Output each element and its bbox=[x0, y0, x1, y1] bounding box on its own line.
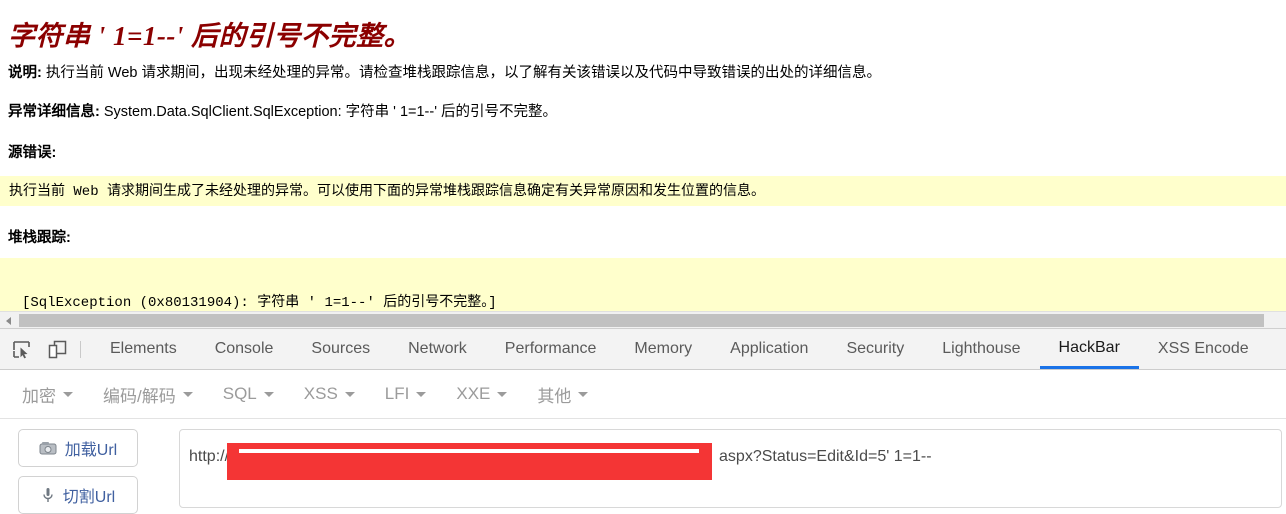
hackbar-menu-encode-decode[interactable]: 编码/解码 bbox=[103, 382, 193, 407]
hackbar-menu-other[interactable]: 其他 bbox=[537, 382, 589, 407]
hackbar-menu-encrypt-label: 加密 bbox=[22, 386, 56, 406]
load-url-icon bbox=[39, 441, 57, 455]
hackbar-body: 加载Url 切割Url http:// aspx?Status=Edit&Id=5… bbox=[0, 419, 1286, 514]
tab-hackbar[interactable]: HackBar bbox=[1039, 329, 1139, 369]
scroll-left-arrow-icon[interactable] bbox=[0, 312, 17, 329]
stack-trace-block: [SqlException (0x80131904): 字符串 ' 1=1--'… bbox=[0, 258, 1286, 312]
url-prefix: http:// bbox=[189, 448, 230, 465]
devtools-tabbar: Elements Console Sources Network Perform… bbox=[0, 329, 1286, 370]
error-description-text: 执行当前 Web 请求期间，出现未经处理的异常。请检查堆栈跟踪信息，以了解有关该… bbox=[41, 65, 881, 81]
tab-security[interactable]: Security bbox=[827, 329, 923, 369]
error-description: 说明: 执行当前 Web 请求期间，出现未经处理的异常。请检查堆栈跟踪信息，以了… bbox=[0, 64, 889, 83]
load-url-button-label: 加载Url bbox=[64, 442, 118, 459]
tab-lighthouse[interactable]: Lighthouse bbox=[923, 329, 1039, 369]
url-redaction-overlay bbox=[227, 443, 712, 480]
chevron-down-icon bbox=[578, 391, 589, 397]
stack-trace-heading: 堆栈跟踪: bbox=[8, 230, 71, 246]
tab-sources[interactable]: Sources bbox=[292, 329, 389, 369]
horizontal-scrollbar[interactable] bbox=[0, 311, 1286, 329]
tab-elements[interactable]: Elements bbox=[91, 329, 196, 369]
tab-xss-encode[interactable]: XSS Encode bbox=[1139, 329, 1268, 369]
source-error-heading: 源错误: bbox=[8, 145, 57, 161]
url-suffix: aspx?Status=Edit&Id=5' 1=1-- bbox=[719, 448, 932, 465]
chevron-down-icon bbox=[263, 391, 274, 397]
hackbar-menu-xss[interactable]: XSS bbox=[304, 384, 355, 404]
device-toolbar-icon[interactable] bbox=[42, 334, 72, 364]
chevron-down-icon bbox=[497, 391, 508, 397]
source-error-block: 执行当前 Web 请求期间生成了未经处理的异常。可以使用下面的异常堆栈跟踪信息确… bbox=[0, 176, 1286, 206]
tab-performance[interactable]: Performance bbox=[486, 329, 616, 369]
load-url-button[interactable]: 加载Url bbox=[18, 429, 138, 467]
hackbar-menu-encrypt[interactable]: 加密 bbox=[22, 382, 73, 407]
split-url-button[interactable]: 切割Url bbox=[18, 476, 138, 514]
chevron-down-icon bbox=[416, 391, 427, 397]
hackbar-menu-sql[interactable]: SQL bbox=[223, 384, 274, 404]
hackbar-menu-other-label: 其他 bbox=[537, 386, 572, 406]
hackbar-menu-lfi-label: LFI bbox=[384, 384, 410, 403]
url-input[interactable]: http:// aspx?Status=Edit&Id=5' 1=1-- bbox=[179, 429, 1282, 508]
hackbar-menu-lfi[interactable]: LFI bbox=[385, 384, 427, 404]
hackbar-menu-xxe[interactable]: XXE bbox=[456, 384, 508, 404]
error-exception-text: System.Data.SqlClient.SqlException: 字符串 … bbox=[99, 104, 558, 120]
url-redaction-line bbox=[239, 449, 699, 453]
hackbar-menu-encode-decode-label: 编码/解码 bbox=[103, 386, 176, 406]
split-url-button-label: 切割Url bbox=[62, 489, 116, 506]
tab-application[interactable]: Application bbox=[711, 329, 827, 369]
chevron-down-icon bbox=[63, 391, 73, 397]
tab-network[interactable]: Network bbox=[389, 329, 486, 369]
hackbar-menu-xxe-label: XXE bbox=[456, 384, 491, 403]
chevron-down-icon bbox=[182, 391, 193, 397]
tab-memory[interactable]: Memory bbox=[615, 329, 711, 369]
toolbar-separator bbox=[80, 340, 81, 358]
aspnet-error-page: 字符串 ' 1=1--' 后的引号不完整。 说明: 执行当前 Web 请求期间，… bbox=[0, 0, 1286, 312]
hackbar-menu-xss-label: XSS bbox=[303, 384, 338, 403]
hackbar-menu-sql-label: SQL bbox=[222, 384, 257, 403]
hackbar-menubar: 加密 编码/解码 SQL XSS LFI XXE 其他 bbox=[0, 370, 1286, 419]
chevron-down-icon bbox=[344, 391, 355, 397]
error-exception-details: 异常详细信息: System.Data.SqlClient.SqlExcepti… bbox=[0, 103, 565, 122]
error-exception-label: 异常详细信息: bbox=[8, 104, 100, 120]
inspect-element-icon[interactable] bbox=[6, 334, 36, 364]
error-description-label: 说明: bbox=[8, 65, 42, 81]
split-url-icon bbox=[41, 487, 55, 503]
hackbar-button-column: 加载Url 切割Url bbox=[18, 429, 142, 514]
scrollbar-thumb[interactable] bbox=[19, 314, 1264, 327]
error-title: 字符串 ' 1=1--' 后的引号不完整。 bbox=[8, 21, 412, 51]
tab-console[interactable]: Console bbox=[196, 329, 293, 369]
devtools-panel: Elements Console Sources Network Perform… bbox=[0, 328, 1286, 514]
